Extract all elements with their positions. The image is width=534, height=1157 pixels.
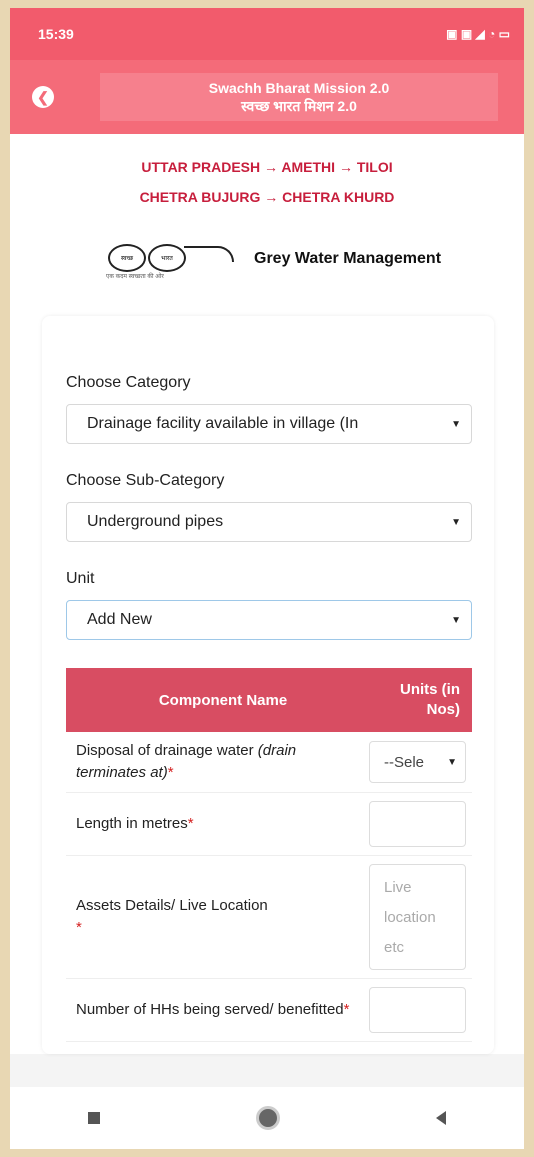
category-select[interactable]: Drainage facility available in village (… <box>66 404 472 444</box>
breadcrumb-line-1: UTTAR PRADESH → AMETHI → TILOI <box>141 159 393 175</box>
assets-placeholder-line-2: location <box>384 909 436 926</box>
row-assets-label: Assets Details/ Live Location <box>76 897 268 914</box>
row-assets-name: Assets Details/ Live Location * <box>66 855 369 979</box>
row-length-label: Length in metres <box>76 815 188 832</box>
row-disposal-label: Disposal of drainage water <box>76 742 254 759</box>
dropdown-arrow-icon: ▼ <box>451 418 461 430</box>
subcategory-label: Choose Sub-Category <box>66 472 225 489</box>
phone-screen: 15:39 ▣ ▣ ◢ ◔ ▭ ❮ Swachh Bharat Mission … <box>10 8 524 1149</box>
assets-location-textarea[interactable]: Live location etc <box>369 864 466 970</box>
disposal-select-value: --Sele <box>384 753 425 771</box>
row-disposal-name: Disposal of drainage water (drain termin… <box>66 732 369 793</box>
row-households-cell <box>369 978 472 1042</box>
logo-caption: एक कदम स्वच्छता की ओर <box>106 274 164 280</box>
logo-tail <box>184 246 234 262</box>
page-title: Grey Water Management <box>254 250 442 267</box>
category-label: Choose Category <box>66 374 191 391</box>
required-mark: * <box>343 1001 350 1018</box>
android-nav-bar <box>10 1087 524 1149</box>
households-input[interactable] <box>369 987 466 1033</box>
table-row: Assets Details/ Live Location * Live loca… <box>66 855 472 979</box>
column-units: Units (in Nos) <box>369 668 472 732</box>
component-table: Component Name Units (in Nos) Disposal o… <box>66 668 472 1042</box>
row-assets-cell: Live location etc <box>369 855 472 979</box>
column-units-line-1: Units (in <box>400 681 460 698</box>
row-households-label: Number of HHs being served/ benefitted <box>76 1001 344 1018</box>
required-mark: * <box>76 919 82 936</box>
table-header: Component Name Units (in Nos) <box>66 668 472 732</box>
row-households-name: Number of HHs being served/ benefitted* <box>66 978 369 1042</box>
breadcrumb-line-2: CHETRA BUJURG → CHETRA KHURD <box>139 189 395 205</box>
app-title-english: Swachh Bharat Mission 2.0 <box>208 80 390 96</box>
status-icons: ▣ ▣ ◢ ◔ ▭ <box>446 27 510 41</box>
assets-placeholder-line-1: Live <box>384 879 412 896</box>
assets-placeholder-line-3: etc <box>384 939 405 956</box>
row-length-name: Length in metres* <box>66 792 369 856</box>
unit-label: Unit <box>66 570 95 587</box>
subcategory-select-value: Underground pipes <box>87 513 224 530</box>
back-arrow-icon[interactable]: ❮ <box>32 86 54 108</box>
home-icon[interactable] <box>256 1106 280 1130</box>
table-row: Length in metres* <box>66 792 472 856</box>
table-row: Disposal of drainage water (drain termin… <box>66 732 472 793</box>
length-input[interactable] <box>369 801 466 847</box>
breadcrumb: UTTAR PRADESH → AMETHI → TILOI CHETRA BU… <box>10 134 524 212</box>
dropdown-arrow-icon: ▼ <box>447 756 457 768</box>
form-card: Choose Category Drainage facility availa… <box>42 316 494 1054</box>
dropdown-arrow-icon: ▼ <box>451 614 461 626</box>
row-length-cell <box>369 792 472 856</box>
logo-right-ring: भारत <box>148 244 186 272</box>
column-component-name: Component Name <box>66 668 369 732</box>
column-units-line-2: Nos) <box>426 701 460 718</box>
status-bar: 15:39 ▣ ▣ ◢ ◔ ▭ <box>10 8 524 60</box>
app-bar: ❮ Swachh Bharat Mission 2.0 स्वच्छ भारत … <box>10 60 524 134</box>
swachh-bharat-logo-icon: स्वच्छ भारत एक कदम स्वच्छता की ओर <box>102 236 252 282</box>
status-time: 15:39 <box>38 26 74 42</box>
recent-apps-icon[interactable] <box>88 1112 100 1124</box>
app-title-hindi: स्वच्छ भारत मिशन 2.0 <box>241 98 357 114</box>
app-title: Swachh Bharat Mission 2.0 स्वच्छ भारत मि… <box>100 73 498 121</box>
page-content: UTTAR PRADESH → AMETHI → TILOI CHETRA BU… <box>10 134 524 1054</box>
unit-select[interactable]: Add New ▼ <box>66 600 472 640</box>
required-mark: * <box>187 815 194 832</box>
dropdown-arrow-icon: ▼ <box>451 516 461 528</box>
disposal-select[interactable]: --Sele ▼ <box>369 741 466 783</box>
category-select-value: Drainage facility available in village (… <box>87 415 359 432</box>
unit-select-value: Add New <box>87 611 152 628</box>
required-mark: * <box>167 764 174 781</box>
subcategory-select[interactable]: Underground pipes ▼ <box>66 502 472 542</box>
row-disposal-cell: --Sele ▼ <box>369 732 472 793</box>
logo-left-ring: स्वच्छ <box>108 244 146 272</box>
table-row: Number of HHs being served/ benefitted* <box>66 978 472 1042</box>
brand-row: स्वच्छ भारत एक कदम स्वच्छता की ओर Grey W… <box>10 212 524 290</box>
back-triangle-icon[interactable] <box>436 1111 446 1125</box>
